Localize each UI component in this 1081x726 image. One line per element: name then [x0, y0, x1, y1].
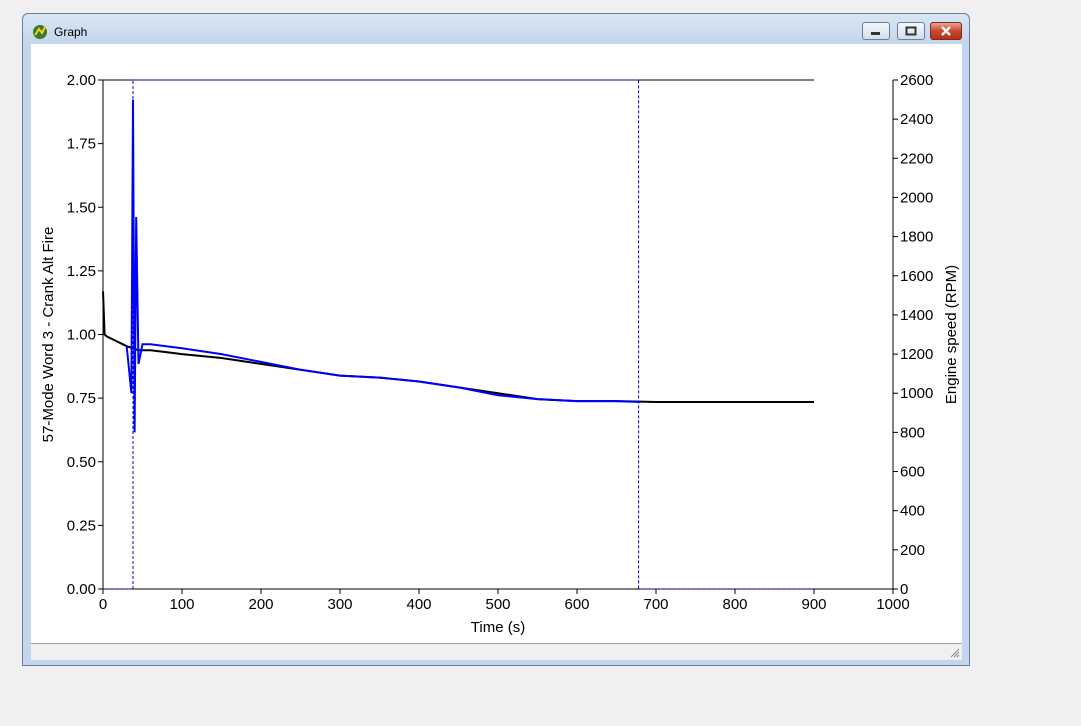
series-line-3 — [102, 291, 814, 403]
graph-area: 0 100 200 300 400 500 600 700 800 900 1000 0.00 0.25… — [31, 44, 962, 656]
y-right-tick-label: 2200 — [900, 150, 933, 167]
minimize-button[interactable] — [862, 22, 890, 40]
x-axis-label: Time (s) — [471, 619, 525, 636]
close-icon — [941, 26, 951, 36]
y-left-tick-label: 0.25 — [67, 517, 96, 534]
y-right-tick-label: 2400 — [900, 111, 933, 128]
restore-icon — [905, 26, 917, 36]
status-bar — [31, 643, 962, 660]
graph-window: Graph 0 100 200 300 400 500 600 700 800 900 1000 0.… — [22, 13, 970, 666]
y-left-tick-label: 1.50 — [67, 199, 96, 216]
y-right-tick-label: 1400 — [900, 307, 933, 324]
x-tick-label: 600 — [564, 596, 589, 613]
x-tick-label: 900 — [801, 596, 826, 613]
y-right-tick-label: 200 — [900, 542, 925, 559]
minimize-icon — [871, 32, 880, 35]
x-tick-label: 300 — [327, 596, 352, 613]
y-left-tick-label: 1.75 — [67, 136, 96, 153]
y-left-tick-label: 2.00 — [67, 72, 96, 89]
x-tick-label: 200 — [248, 596, 273, 613]
y-right-tick-label: 1600 — [900, 268, 933, 285]
series-line-4 — [125, 99, 641, 433]
y-left-tick-label: 0.75 — [67, 390, 96, 407]
y-right-tick-label: 2600 — [900, 72, 933, 89]
x-tick-label: 500 — [485, 596, 510, 613]
y-right-tick-label: 400 — [900, 503, 925, 520]
chart: 0 100 200 300 400 500 600 700 800 900 1000 0.00 0.25… — [40, 72, 960, 636]
y-left-tick-label: 1.00 — [67, 327, 96, 344]
window-title: Graph — [54, 25, 88, 39]
series-line-2 — [103, 79, 814, 590]
y-left-axis-label: 57-Mode Word 3 - Crank Alt Fire — [40, 227, 57, 443]
y-right-tick-label: 0 — [900, 581, 908, 598]
y-left-tick-label: 0.50 — [67, 454, 96, 471]
x-tick-label: 400 — [406, 596, 431, 613]
y-right-tick-label: 1000 — [900, 385, 933, 402]
y-right-axis-label: Engine speed (RPM) — [943, 265, 960, 404]
y-left-tick-label: 1.25 — [67, 263, 96, 280]
x-tick-label: 700 — [643, 596, 668, 613]
y-right-tick-label: 600 — [900, 464, 925, 481]
y-right-tick-label: 1200 — [900, 346, 933, 363]
x-tick-label: 100 — [169, 596, 194, 613]
y-right-tick-label: 1800 — [900, 229, 933, 246]
y-right-tick-label: 2000 — [900, 189, 933, 206]
title-bar[interactable]: Graph — [23, 14, 969, 44]
x-tick-label: 800 — [722, 596, 747, 613]
app-graph-icon — [33, 25, 47, 39]
resize-grip-icon[interactable] — [949, 647, 960, 658]
x-tick-label: 1000 — [876, 596, 909, 613]
x-tick-label: 0 — [99, 596, 107, 613]
y-left-tick-label: 0.00 — [67, 581, 96, 598]
y-right-tick-label: 800 — [900, 424, 925, 441]
maximize-button[interactable] — [897, 22, 925, 40]
close-button[interactable] — [930, 22, 962, 40]
